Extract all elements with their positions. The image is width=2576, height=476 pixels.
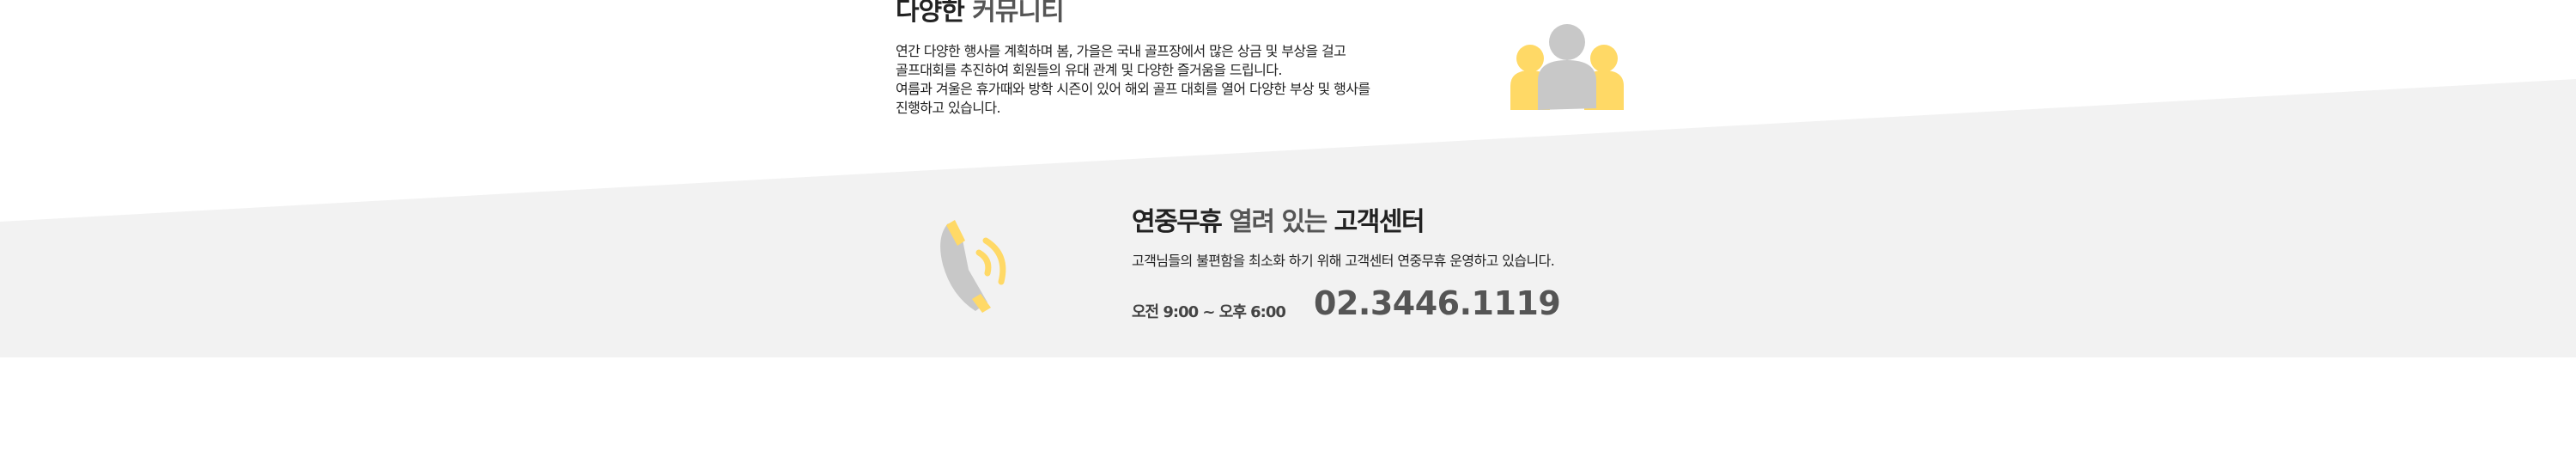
community-title-bold: 다양한 <box>896 0 965 27</box>
customer-center-title: 연중무휴 열려 있는 고객센터 <box>1132 207 1425 238</box>
customer-center-title-part3: 고객센터 <box>1334 207 1425 237</box>
community-title-light: 커뮤니티 <box>972 0 1064 27</box>
phone-icon <box>940 220 1006 313</box>
community-description-line: 여름과 겨울은 휴가때와 방학 시즌이 있어 해외 골프 대회를 열어 다양한 … <box>896 81 1370 97</box>
community-title: 다양한 커뮤니티 <box>896 0 1065 27</box>
community-description-line: 연간 다양한 행사를 계획하며 봄, 가을은 국내 골프장에서 많은 상금 및 … <box>896 43 1346 59</box>
customer-center-title-part1: 연중무휴 <box>1132 207 1223 237</box>
business-hours: 오전 9:00 ~ 오후 6:00 <box>1132 303 1286 321</box>
people-group-icon <box>1510 24 1624 110</box>
phone-number[interactable]: 02.3446.1119 <box>1314 284 1561 322</box>
customer-center-title-part2: 열려 있는 <box>1229 207 1327 237</box>
community-description-line: 진행하고 있습니다. <box>896 100 1001 116</box>
customer-center-description: 고객님들의 불편함을 최소화 하기 위해 고객센터 연중무휴 운영하고 있습니다… <box>1132 253 1555 269</box>
community-description: 연간 다양한 행사를 계획하며 봄, 가을은 국내 골프장에서 많은 상금 및 … <box>896 42 1445 118</box>
community-description-line: 골프대회를 추진하여 회원들의 유대 관계 및 다양한 즐거움을 드립니다. <box>896 62 1282 78</box>
